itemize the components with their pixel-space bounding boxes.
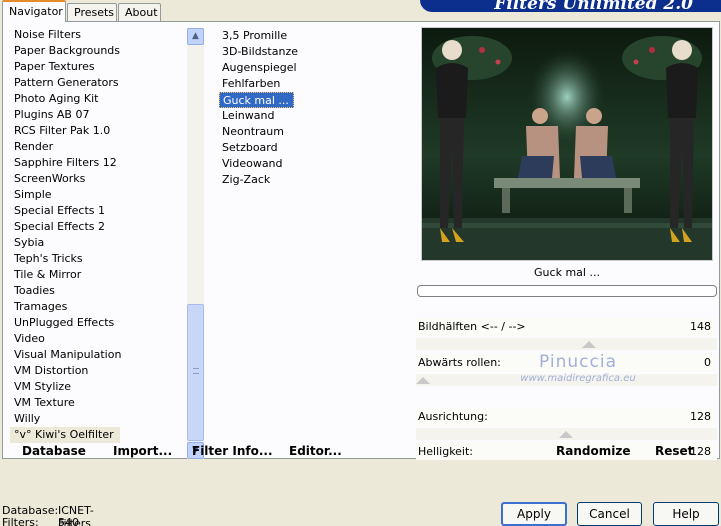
reset-button-label: Reset [655, 444, 694, 458]
progress-bar [417, 285, 717, 297]
param-slider[interactable] [416, 428, 717, 440]
status-filters-value: 540 [58, 516, 79, 526]
preview-filter-name: Guck mal ... [534, 266, 600, 279]
slider-thumb[interactable] [559, 431, 573, 438]
category-item[interactable]: Special Effects 2 [7, 219, 189, 235]
category-item[interactable]: Sapphire Filters 12 [7, 155, 189, 171]
filter-item[interactable]: Videowand [219, 156, 409, 172]
preview-image [421, 27, 713, 261]
filter-item[interactable]: Guck mal ... [219, 92, 294, 108]
category-item[interactable]: Toadies [7, 283, 189, 299]
help-button[interactable]: Help [653, 502, 719, 526]
filter-item[interactable]: Augenspiegel [219, 60, 409, 76]
category-list[interactable]: Noise Filters Paper Backgrounds Paper Text… [7, 27, 189, 459]
category-item[interactable]: Photo Aging Kit [7, 91, 189, 107]
category-item[interactable]: Willy [7, 411, 189, 427]
filters-unlimited-banner: Filters Unlimited 2.0 [420, 0, 721, 12]
watermark: Pinuccia www.maidiregrafica.eu [443, 352, 713, 384]
filter-item[interactable]: Zig-Zack [219, 172, 409, 188]
category-item[interactable]: Paper Textures [7, 59, 189, 75]
category-item[interactable]: Noise Filters [7, 27, 189, 43]
banner-title: Filters Unlimited 2.0 [494, 0, 693, 12]
category-item[interactable]: Tramages [7, 299, 189, 315]
filter-item[interactable]: Fehlfarben [219, 76, 409, 92]
category-item[interactable]: Pattern Generators [7, 75, 189, 91]
category-item[interactable]: Video [7, 331, 189, 347]
scroll-up-button[interactable]: ▲ [187, 28, 204, 45]
database-button-label: Database [22, 444, 86, 458]
navigator-panel: Noise Filters Paper Backgrounds Paper Text… [2, 21, 720, 460]
param-label: Bildhälften <-- / --> [418, 320, 526, 333]
preview-picture [422, 28, 712, 260]
category-item[interactable]: Visual Manipulation [7, 347, 189, 363]
filter-info-button[interactable]: Filter Info... [192, 444, 273, 458]
category-item[interactable]: VM Distortion [7, 363, 189, 379]
filter-item[interactable]: Leinwand [219, 108, 409, 124]
param-label: Ausrichtung: [418, 410, 488, 423]
slider-thumb[interactable] [416, 377, 430, 384]
param-value: 128 [690, 410, 711, 423]
tab-navigator[interactable]: Navigator [2, 0, 66, 22]
filter-item[interactable]: Neontraum [219, 124, 409, 140]
status-filters: Filters: 540 [2, 516, 79, 526]
editor-button[interactable]: Editor... [289, 444, 342, 458]
category-item[interactable]: ScreenWorks [7, 171, 189, 187]
watermark-name: Pinuccia [539, 352, 617, 372]
scroll-thumb[interactable] [187, 304, 204, 441]
category-item[interactable]: Paper Backgrounds [7, 43, 189, 59]
database-button[interactable]: Database [22, 444, 86, 458]
filter-item[interactable]: 3,5 Promille [219, 28, 409, 44]
category-item[interactable]: Special Effects 1 [7, 203, 189, 219]
filter-item[interactable]: Setzboard [219, 140, 409, 156]
category-item[interactable]: UnPlugged Effects [7, 315, 189, 331]
param-slider[interactable] [416, 338, 717, 350]
cancel-button[interactable]: Cancel [577, 502, 642, 526]
category-item[interactable]: Teph's Tricks [7, 251, 189, 267]
bottom-button-bar: Database Import... Filter Info... Editor… [3, 440, 719, 461]
param-value: 148 [690, 320, 711, 333]
filter-list[interactable]: 3,5 Promille 3D-Bildstanze Augenspiegel Feh… [219, 28, 409, 188]
apply-button[interactable]: Apply [501, 502, 567, 526]
category-item[interactable]: Render [7, 139, 189, 155]
scroll-grip-icon [193, 368, 199, 374]
randomize-button[interactable]: Randomize [556, 444, 630, 458]
category-item[interactable]: VM Texture [7, 395, 189, 411]
import-button-label: Import... [113, 444, 173, 458]
category-item[interactable]: Tile & Mirror [7, 267, 189, 283]
category-item[interactable]: VM Stylize [7, 379, 189, 395]
category-item[interactable]: Simple [7, 187, 189, 203]
category-scrollbar[interactable]: ▲ ▼ [187, 28, 204, 459]
filter-info-button-label: Filter Info... [192, 444, 273, 458]
reset-button[interactable]: Reset [655, 444, 693, 458]
import-button[interactable]: Import... [113, 444, 172, 458]
randomize-button-label: Randomize [556, 444, 631, 458]
watermark-url: www.maidiregrafica.eu [520, 373, 636, 384]
category-item[interactable]: RCS Filter Pak 1.0 [7, 123, 189, 139]
category-item[interactable]: Plugins AB 07 [7, 107, 189, 123]
slider-thumb[interactable] [582, 341, 596, 348]
category-item[interactable]: Sybia [7, 235, 189, 251]
status-filters-label: Filters: [2, 516, 39, 526]
tab-about[interactable]: About [118, 3, 161, 22]
tab-presets[interactable]: Presets [67, 3, 117, 22]
editor-button-label: Editor... [289, 444, 342, 458]
filter-item[interactable]: 3D-Bildstanze [219, 44, 409, 60]
